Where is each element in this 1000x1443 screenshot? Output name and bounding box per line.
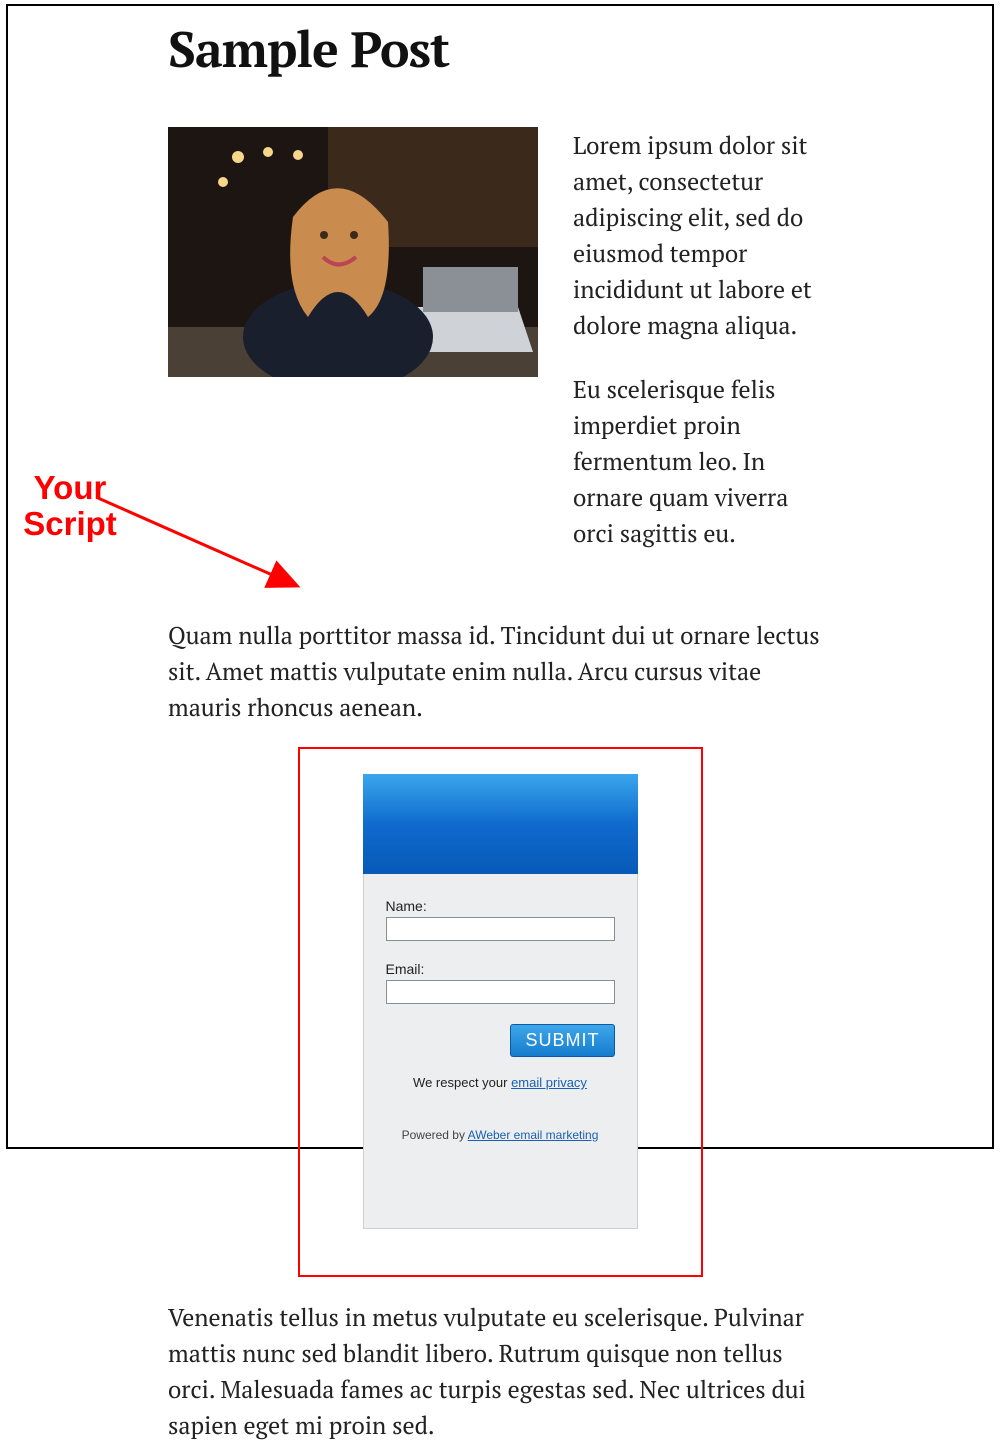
powered-prefix: Powered by xyxy=(402,1128,468,1142)
form-body: Name: Email: SUBMIT We respect your emai… xyxy=(363,874,638,1229)
submit-button[interactable]: SUBMIT xyxy=(510,1024,614,1057)
lead-text: Lorem ipsum dolor sit amet, consectetur … xyxy=(573,127,832,579)
body-paragraph-2: Venenatis tellus in metus vulputate eu s… xyxy=(168,1299,832,1443)
privacy-note: We respect your email privacy xyxy=(386,1075,615,1090)
page-frame: Sample Post xyxy=(6,4,994,1149)
email-label: Email: xyxy=(386,961,615,977)
privacy-prefix: We respect your xyxy=(413,1075,511,1090)
featured-image xyxy=(168,127,538,377)
script-embed-frame: Name: Email: SUBMIT We respect your emai… xyxy=(298,747,703,1277)
email-privacy-link[interactable]: email privacy xyxy=(511,1075,587,1090)
lead-paragraph-2: Eu scelerisque felis imperdiet proin fer… xyxy=(573,371,832,551)
body-paragraph-1: Quam nulla porttitor massa id. Tincidunt… xyxy=(168,617,832,725)
lead-row: Lorem ipsum dolor sit amet, consectetur … xyxy=(168,127,832,579)
signup-form: Name: Email: SUBMIT We respect your emai… xyxy=(363,774,638,1229)
email-input[interactable] xyxy=(386,980,615,1004)
post-title: Sample Post xyxy=(168,16,832,82)
name-input[interactable] xyxy=(386,917,615,941)
name-label: Name: xyxy=(386,898,615,914)
form-header xyxy=(363,774,638,874)
powered-by: Powered by AWeber email marketing xyxy=(386,1128,615,1142)
lead-paragraph-1: Lorem ipsum dolor sit amet, consectetur … xyxy=(573,127,832,343)
aweber-link[interactable]: AWeber email marketing xyxy=(468,1128,599,1142)
